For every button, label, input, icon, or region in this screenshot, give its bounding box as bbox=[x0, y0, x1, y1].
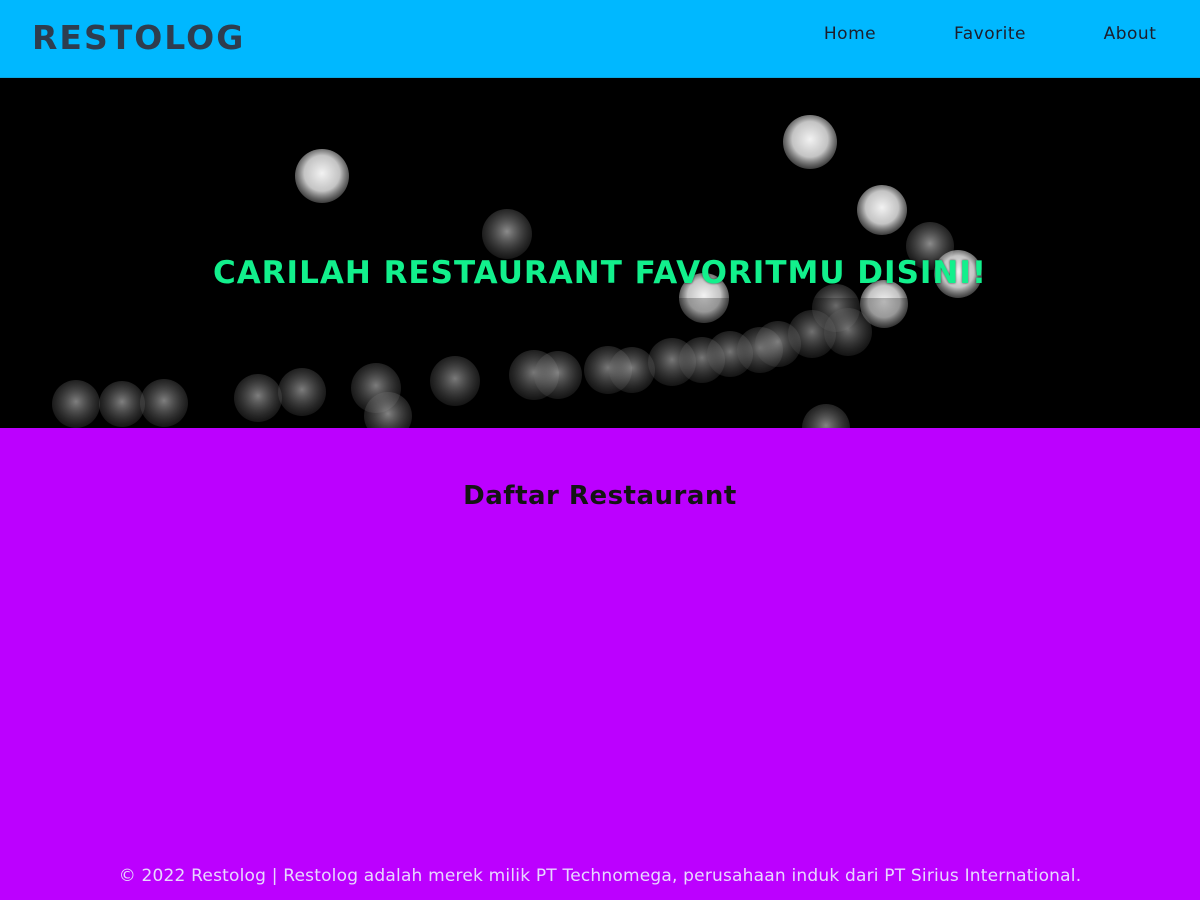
main-navigation: Home Favorite About bbox=[780, 22, 1200, 48]
site-footer: © 2022 Restolog | Restolog adalah merek … bbox=[0, 864, 1200, 888]
brand-logo-text[interactable]: RESTOLOG bbox=[32, 18, 245, 58]
hero-banner: CARILAH RESTAURANT FAVORITMU DISINI! bbox=[0, 78, 1200, 428]
hero-headline: CARILAH RESTAURANT FAVORITMU DISINI! bbox=[212, 254, 988, 291]
main-content: Daftar Restaurant © 2022 Restolog | Rest… bbox=[0, 428, 1200, 900]
nav-home-link[interactable]: Home bbox=[780, 22, 920, 48]
footer-copyright-text: © 2022 Restolog | Restolog adalah merek … bbox=[118, 866, 1082, 886]
top-navigation-bar: RESTOLOG Home Favorite About bbox=[0, 0, 1200, 78]
nav-favorite-link[interactable]: Favorite bbox=[920, 22, 1060, 48]
restaurant-list-heading: Daftar Restaurant bbox=[463, 480, 737, 511]
nav-about-link[interactable]: About bbox=[1060, 22, 1200, 48]
